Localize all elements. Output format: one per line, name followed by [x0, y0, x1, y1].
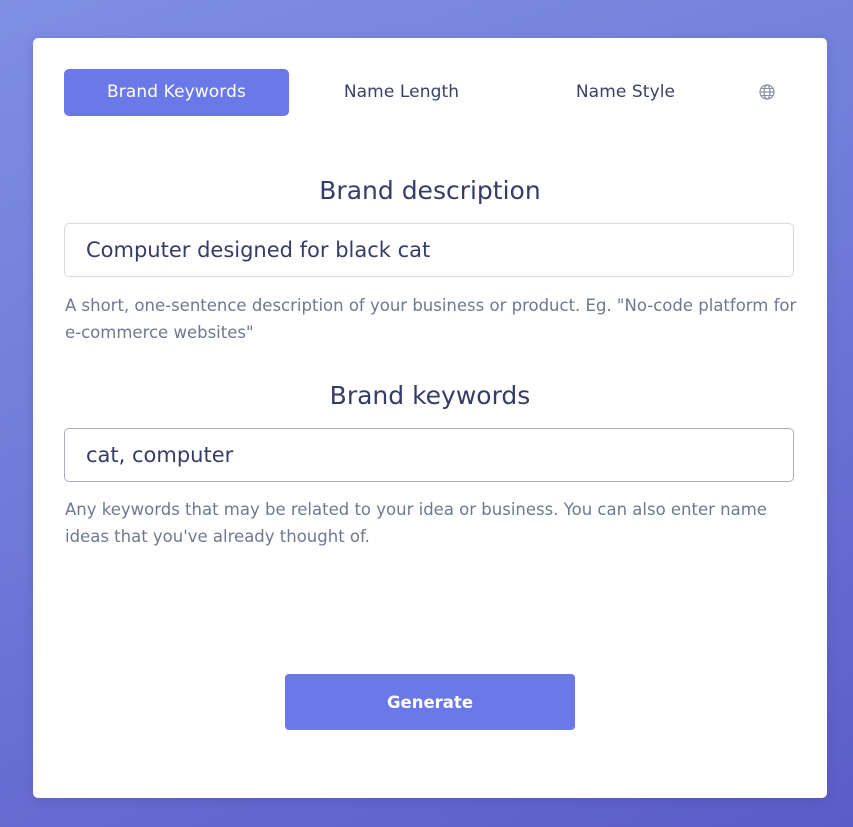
- form-card: Brand Keywords Name Length Name Style Br…: [33, 38, 827, 798]
- tab-name-style[interactable]: Name Style: [513, 69, 738, 116]
- tab-bar: Brand Keywords Name Length Name Style: [64, 69, 784, 116]
- tab-name-length[interactable]: Name Length: [289, 69, 514, 116]
- globe-icon[interactable]: [758, 83, 776, 101]
- brand-keywords-title: Brand keywords: [329, 381, 531, 410]
- generate-button[interactable]: Generate: [285, 674, 575, 730]
- brand-keywords-input[interactable]: [64, 428, 794, 482]
- brand-keywords-help: Any keywords that may be related to your…: [65, 500, 767, 546]
- tab-brand-keywords[interactable]: Brand Keywords: [64, 69, 289, 116]
- brand-description-input[interactable]: [64, 223, 794, 277]
- brand-description-help: A short, one-sentence description of you…: [65, 296, 797, 342]
- brand-description-title: Brand description: [319, 176, 541, 205]
